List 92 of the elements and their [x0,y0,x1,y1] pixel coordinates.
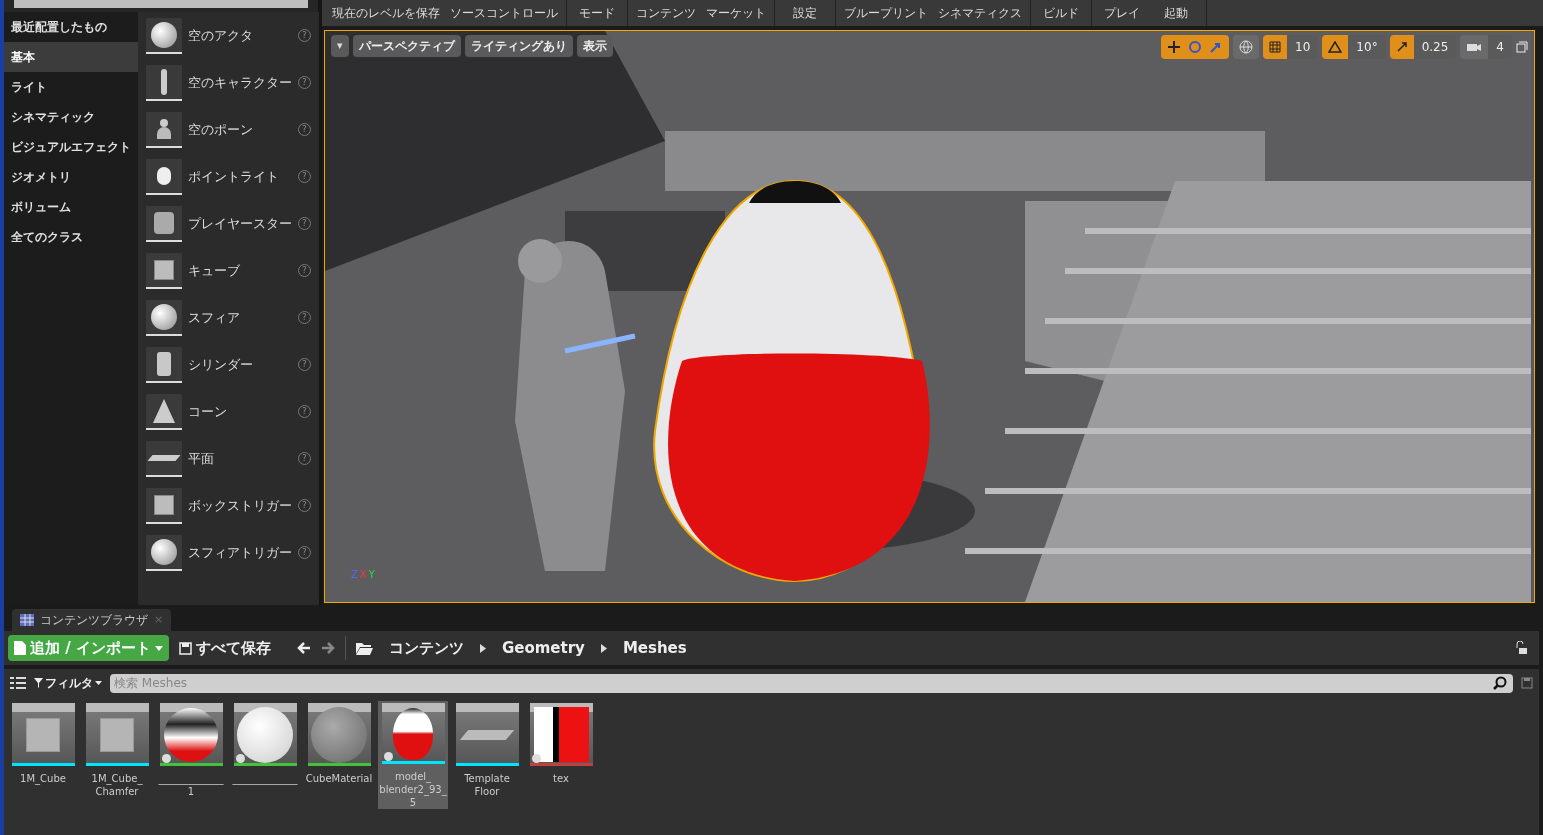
place-item-label[interactable]: スフィア [188,307,292,328]
asset-name: Template Floor [463,772,511,798]
toolbar-button[interactable]: 現在のレベルを保存 [332,4,440,22]
asset-name: model_blender2_93_5 [378,770,448,809]
object-thumbnail [146,534,182,571]
toolbar-button[interactable]: モード [575,4,619,22]
asset-tile[interactable]: model_blender2_93_5 [378,701,448,809]
filter-icon [34,678,43,688]
place-item-label[interactable]: 空のポーン [188,119,292,140]
cube-shape [26,717,60,752]
content-browser-tab[interactable]: コンテンツブラウザ × [12,609,172,631]
object-thumbnail [146,252,182,289]
angle-icon [1328,41,1343,53]
breadcrumb-arrow-icon [600,643,607,653]
asset-name: _____________1 [157,772,225,798]
grid-icon [1269,41,1282,53]
snap-toggle-state[interactable] [1322,35,1349,59]
forward-arrow-icon[interactable] [320,642,335,654]
lock-icon[interactable] [1515,641,1527,655]
snap-toggle-state[interactable] [1233,35,1260,59]
toolbar-button[interactable]: コンテンツ [636,4,696,22]
toolbar-button[interactable]: 起動 [1154,4,1198,22]
place-item-label[interactable]: コーン [188,401,292,422]
list-icon[interactable] [10,677,26,689]
file-icon [14,641,26,655]
save-all-button[interactable]: すべて保存 [178,636,271,660]
plane-shape [459,729,515,740]
place-item-label[interactable]: キューブ [188,260,292,281]
maximize-icon[interactable] [1516,41,1528,53]
toolbar-button[interactable]: ソースコントロール [450,4,558,22]
viewport-button[interactable]: 表示 [576,35,613,57]
category-tab[interactable]: 基本 [4,42,138,72]
place-item-label[interactable]: プレイヤースター [188,213,292,234]
breadcrumb-link[interactable]: Geometry [495,636,591,660]
cube-shape [100,717,134,752]
breadcrumb-link[interactable]: Meshes [616,636,693,660]
axis-label: Y [368,568,375,582]
asset-name: _____________ [231,772,299,785]
place-item-label[interactable]: シリンダー [188,354,292,375]
scale-icon [1395,41,1408,53]
object-thumbnail [146,158,182,195]
object-thumbnail [146,17,182,54]
snap-toggle-state[interactable] [1389,35,1414,59]
place-item-label[interactable]: 空のアクタ [188,25,292,46]
asset-name: 1M_Cube_Chamfer [90,772,144,798]
class-search-field[interactable] [14,0,308,8]
object-thumbnail [146,487,182,524]
camera-icon [1466,41,1483,53]
globe-icon [1239,40,1254,54]
place-item-label[interactable]: 空のキャラクター [188,72,292,93]
back-arrow-icon[interactable] [296,642,311,654]
object-thumbnail [146,205,182,242]
save-icon [178,641,192,655]
object-thumbnail [146,299,182,336]
caret-icon [154,645,163,651]
axis-label: X [359,568,367,582]
breadcrumb-link[interactable]: コンテンツ [382,636,470,660]
toolbar-button[interactable]: 設定 [783,4,827,22]
folder-icon [355,641,373,655]
tab-title: コンテンツブラウザ [40,612,148,629]
viewport[interactable]: ▾ パースペクティブ ライティングあり 表示 10 10° 0.25 4 Z X Y [324,30,1535,603]
snap-toggle-state[interactable] [1263,35,1288,59]
viewport-button[interactable]: パースペクティブ [352,35,461,57]
axis-label: Z [351,568,358,582]
snap-toggle-state[interactable] [1161,35,1230,59]
snap-toggle-state[interactable] [1460,35,1489,59]
toolbar-button[interactable]: プレイ [1100,4,1144,22]
place-item-label[interactable]: ポイントライト [188,166,292,187]
search-field[interactable]: 検索 Meshes [110,673,1513,693]
asset-name: tex [552,772,570,785]
place-item-label[interactable]: ボックストリガー [188,495,292,516]
caret-icon [95,681,102,685]
toolbar-button[interactable]: マーケット [706,4,766,22]
place-item-label[interactable]: 平面 [188,448,292,469]
search-icon[interactable] [1493,675,1507,690]
object-thumbnail [146,111,182,148]
toolbar-button[interactable]: シネマティクス [938,4,1022,22]
breadcrumb-arrow-icon [479,643,486,653]
object-thumbnail [146,440,182,477]
toolbar-button[interactable]: ブループリント [844,4,928,22]
asset-name: 1M_Cube [19,772,67,785]
viewport-menu-button[interactable]: ▾ [331,35,349,57]
place-item-label[interactable]: スフィアトリガー [188,542,292,563]
grid-icon [20,614,34,626]
viewport-button[interactable]: ライティングあり [464,35,573,57]
filter-button[interactable]: フィルタ [34,674,102,692]
save-icon[interactable] [1521,677,1533,689]
object-thumbnail [146,346,182,383]
toolbar-button[interactable]: ビルド [1039,4,1083,22]
asset-name: CubeMaterial [304,772,374,785]
doll-shape [393,707,433,760]
object-thumbnail [146,64,182,101]
